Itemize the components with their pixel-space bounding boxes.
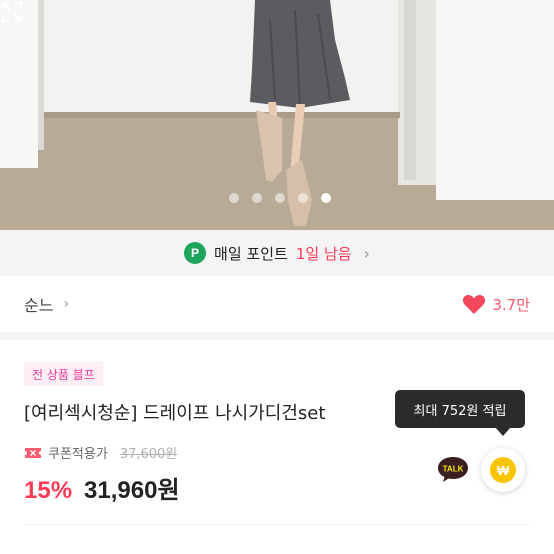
tooltip-arrow bbox=[495, 427, 511, 436]
product-title: [여리섹시청순] 드레이프 나시가디건set bbox=[24, 403, 326, 424]
gallery-indicator bbox=[0, 193, 554, 203]
gallery-dot[interactable] bbox=[298, 193, 308, 203]
like-count: 3.7만 bbox=[492, 295, 530, 314]
expand-icon[interactable] bbox=[0, 0, 24, 24]
discount-rate: 15% bbox=[24, 477, 73, 504]
coupon-icon bbox=[25, 447, 41, 458]
gallery-dot[interactable] bbox=[275, 193, 285, 203]
talk-label: TALK bbox=[443, 465, 464, 474]
product-photo[interactable] bbox=[0, 0, 554, 230]
gallery-dot[interactable] bbox=[252, 193, 262, 203]
sale-price: 31,960원 bbox=[84, 477, 180, 504]
chevron-right-icon[interactable]: › bbox=[63, 296, 69, 312]
divider bbox=[24, 524, 530, 525]
gallery-dot-active[interactable] bbox=[321, 193, 331, 203]
original-price: 37,600원 bbox=[119, 447, 178, 462]
price-row: 15% 31,960원 bbox=[24, 470, 180, 505]
shop-row: 순느 › 3.7만 bbox=[0, 276, 554, 340]
point-banner-label: 매일 포인트 bbox=[214, 244, 288, 263]
promo-badge: 전 상품 블프 bbox=[24, 362, 103, 386]
daily-point-banner[interactable]: P 매일 포인트 1일 남음 › bbox=[0, 230, 554, 276]
coupon-price-row: 쿠폰적용가 37,600원 bbox=[24, 443, 177, 462]
won-coin-icon: ₩ bbox=[490, 457, 516, 483]
point-reward-button[interactable]: ₩ bbox=[481, 448, 525, 492]
chevron-right-icon: › bbox=[363, 243, 370, 263]
point-p-icon: P bbox=[184, 242, 207, 264]
coupon-price-label: 쿠폰적용가 bbox=[48, 447, 108, 462]
gallery-dot[interactable] bbox=[229, 193, 239, 203]
reward-tooltip: 최대 752원 적립 bbox=[395, 390, 525, 428]
kakao-talk-button[interactable]: TALK bbox=[436, 455, 470, 483]
shop-name-link[interactable]: 순느 bbox=[24, 292, 53, 316]
like-button[interactable]: 3.7만 bbox=[462, 293, 530, 315]
heart-icon bbox=[463, 295, 486, 314]
point-banner-remaining: 1일 남음 bbox=[295, 244, 352, 263]
